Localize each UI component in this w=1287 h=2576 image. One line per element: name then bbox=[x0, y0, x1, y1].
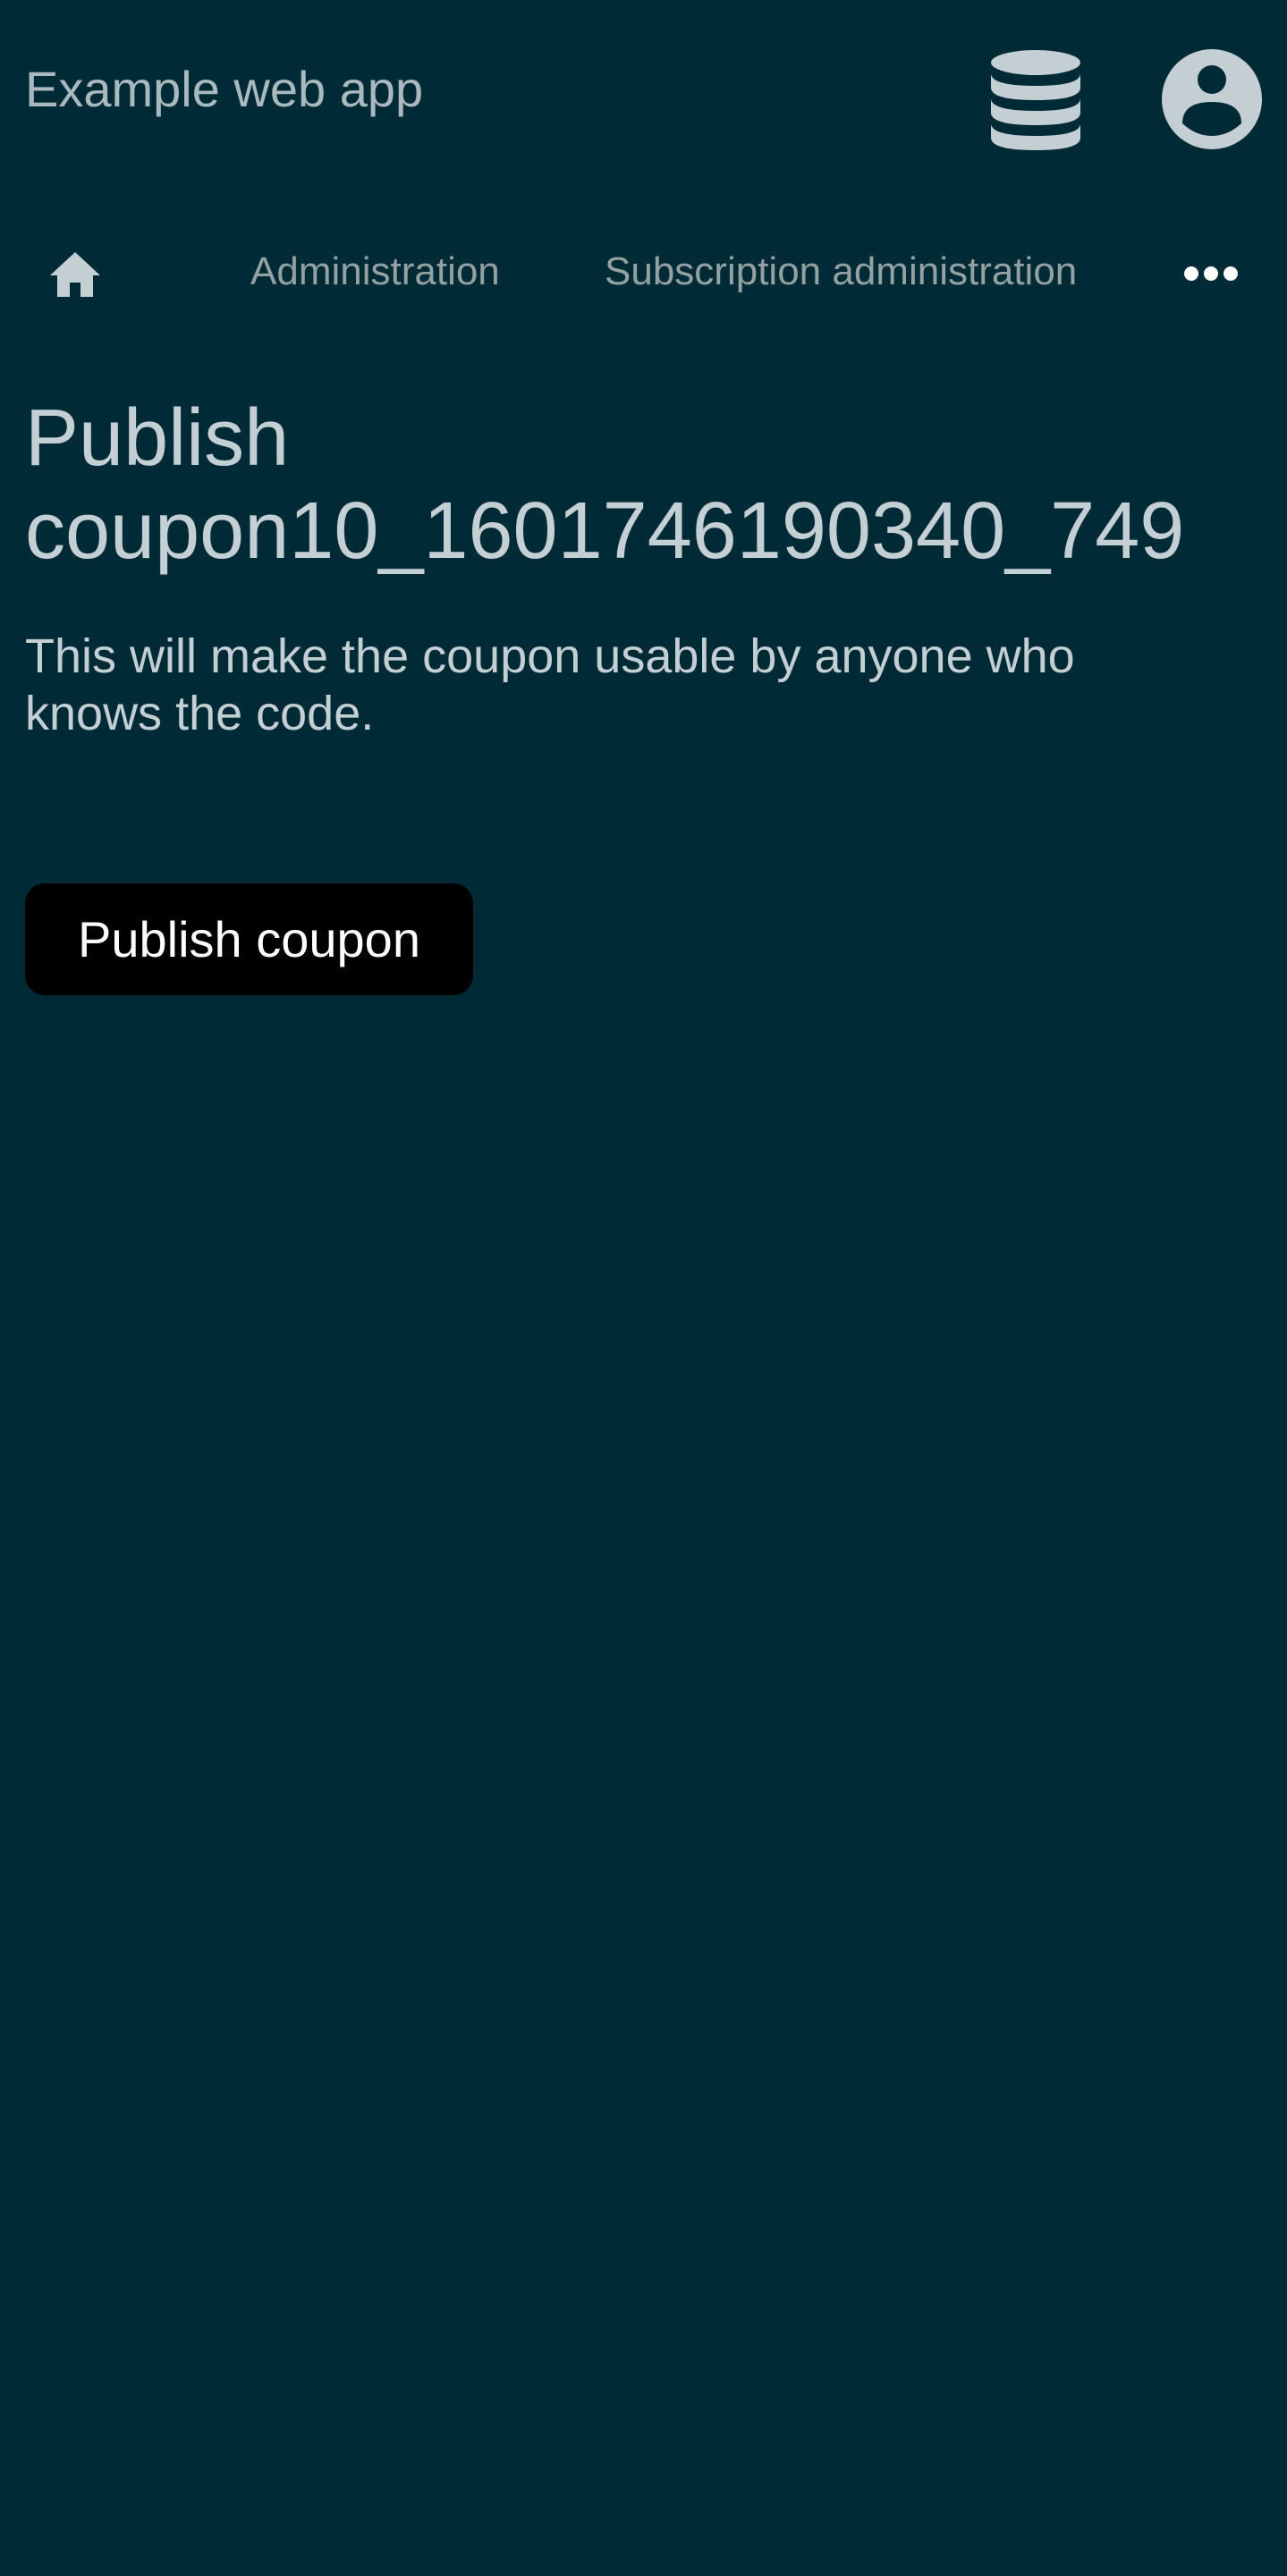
page-title: Publish coupon10_1601746190340_749 bbox=[25, 393, 1185, 576]
account-circle-icon[interactable] bbox=[1161, 48, 1263, 150]
publish-coupon-button[interactable]: Publish coupon bbox=[25, 883, 473, 995]
more-horizontal-icon[interactable] bbox=[1182, 252, 1240, 295]
nav-item-subscription-administration[interactable]: Subscription administration bbox=[605, 252, 1077, 291]
page-description: This will make the coupon usable by anyo… bbox=[25, 629, 1075, 740]
nav-item-administration[interactable]: Administration bbox=[250, 252, 500, 291]
main-nav: Administration Subscription administrati… bbox=[0, 229, 1287, 318]
app-title[interactable]: Example web app bbox=[25, 64, 423, 114]
home-icon[interactable] bbox=[47, 245, 104, 302]
database-icon[interactable] bbox=[988, 48, 1083, 152]
app-header: Example web app bbox=[0, 0, 1287, 188]
